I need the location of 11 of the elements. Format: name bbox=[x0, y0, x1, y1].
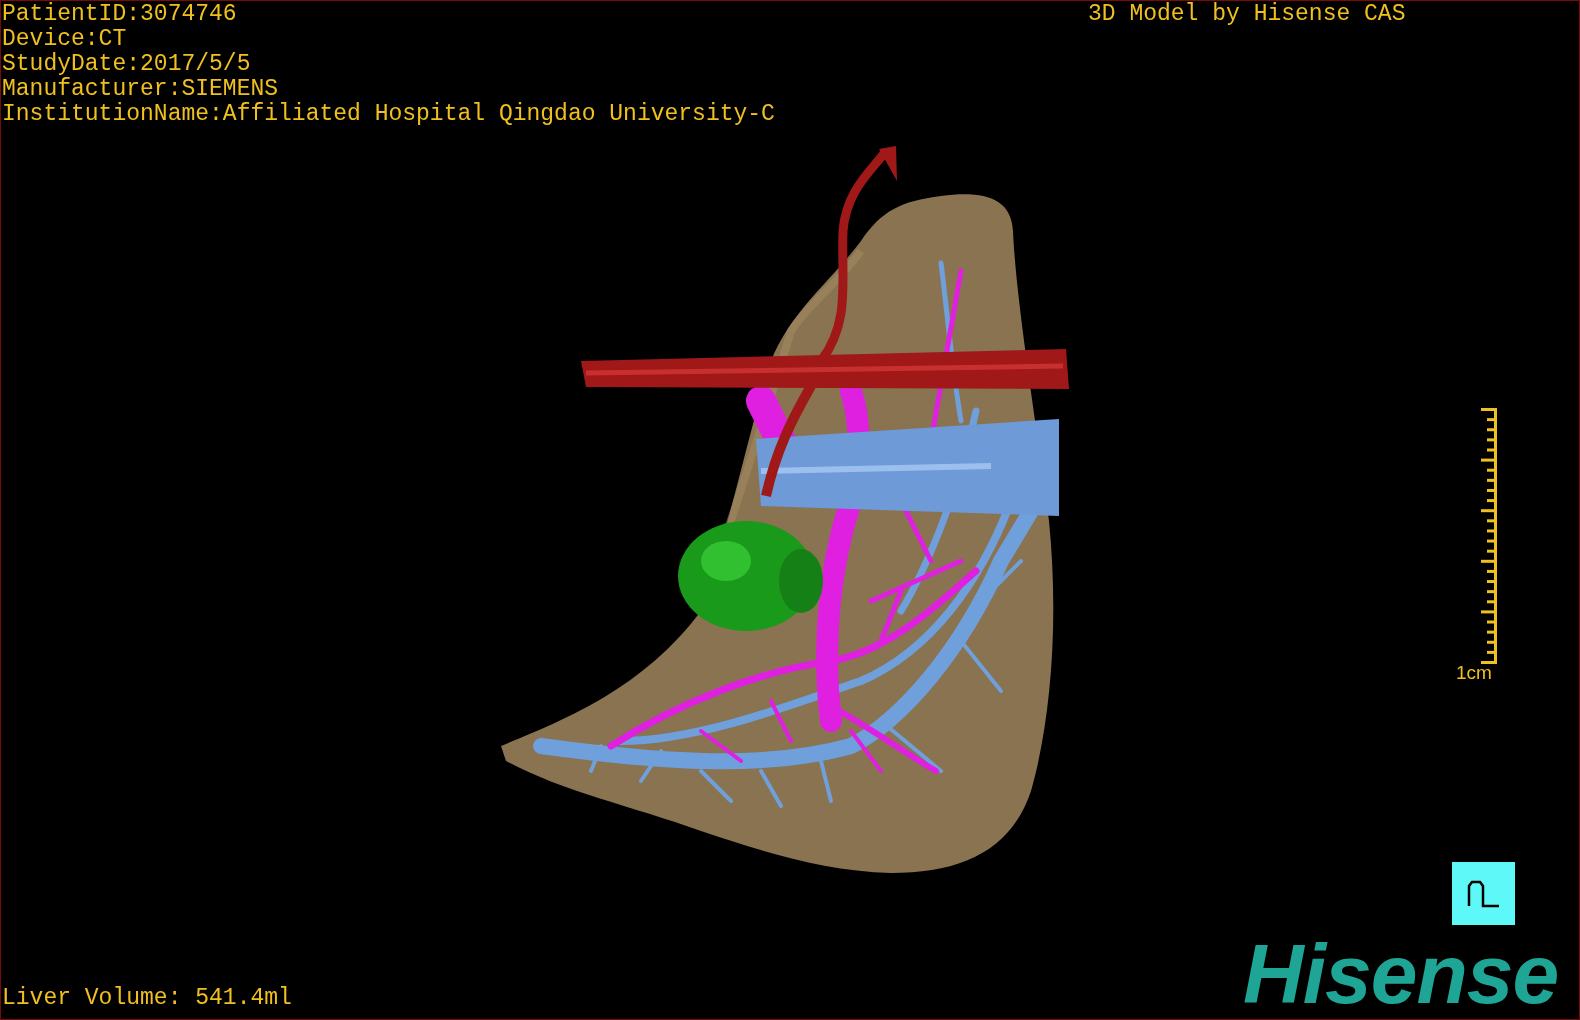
info-text: StudyDate:2017/5/5 bbox=[2, 52, 252, 77]
scale-label: 1cm bbox=[1456, 662, 1492, 684]
info-text: Manufacturer:SIEMENS bbox=[2, 77, 280, 102]
info-text: Device:CT bbox=[2, 27, 128, 52]
info-text: PatientID:3074746 bbox=[2, 2, 238, 27]
info-text: InstitutionName:Affiliated Hospital Qingdao University-C bbox=[2, 102, 775, 127]
orientation-button[interactable] bbox=[1452, 862, 1515, 925]
viewer-title: 3D Model by Hisense CAS bbox=[1088, 2, 1406, 27]
brand-logo: Hisense bbox=[1243, 931, 1559, 1017]
volume-text: Liver Volume: 541.4ml bbox=[2, 986, 292, 1011]
figure-outline-icon bbox=[1466, 879, 1501, 908]
